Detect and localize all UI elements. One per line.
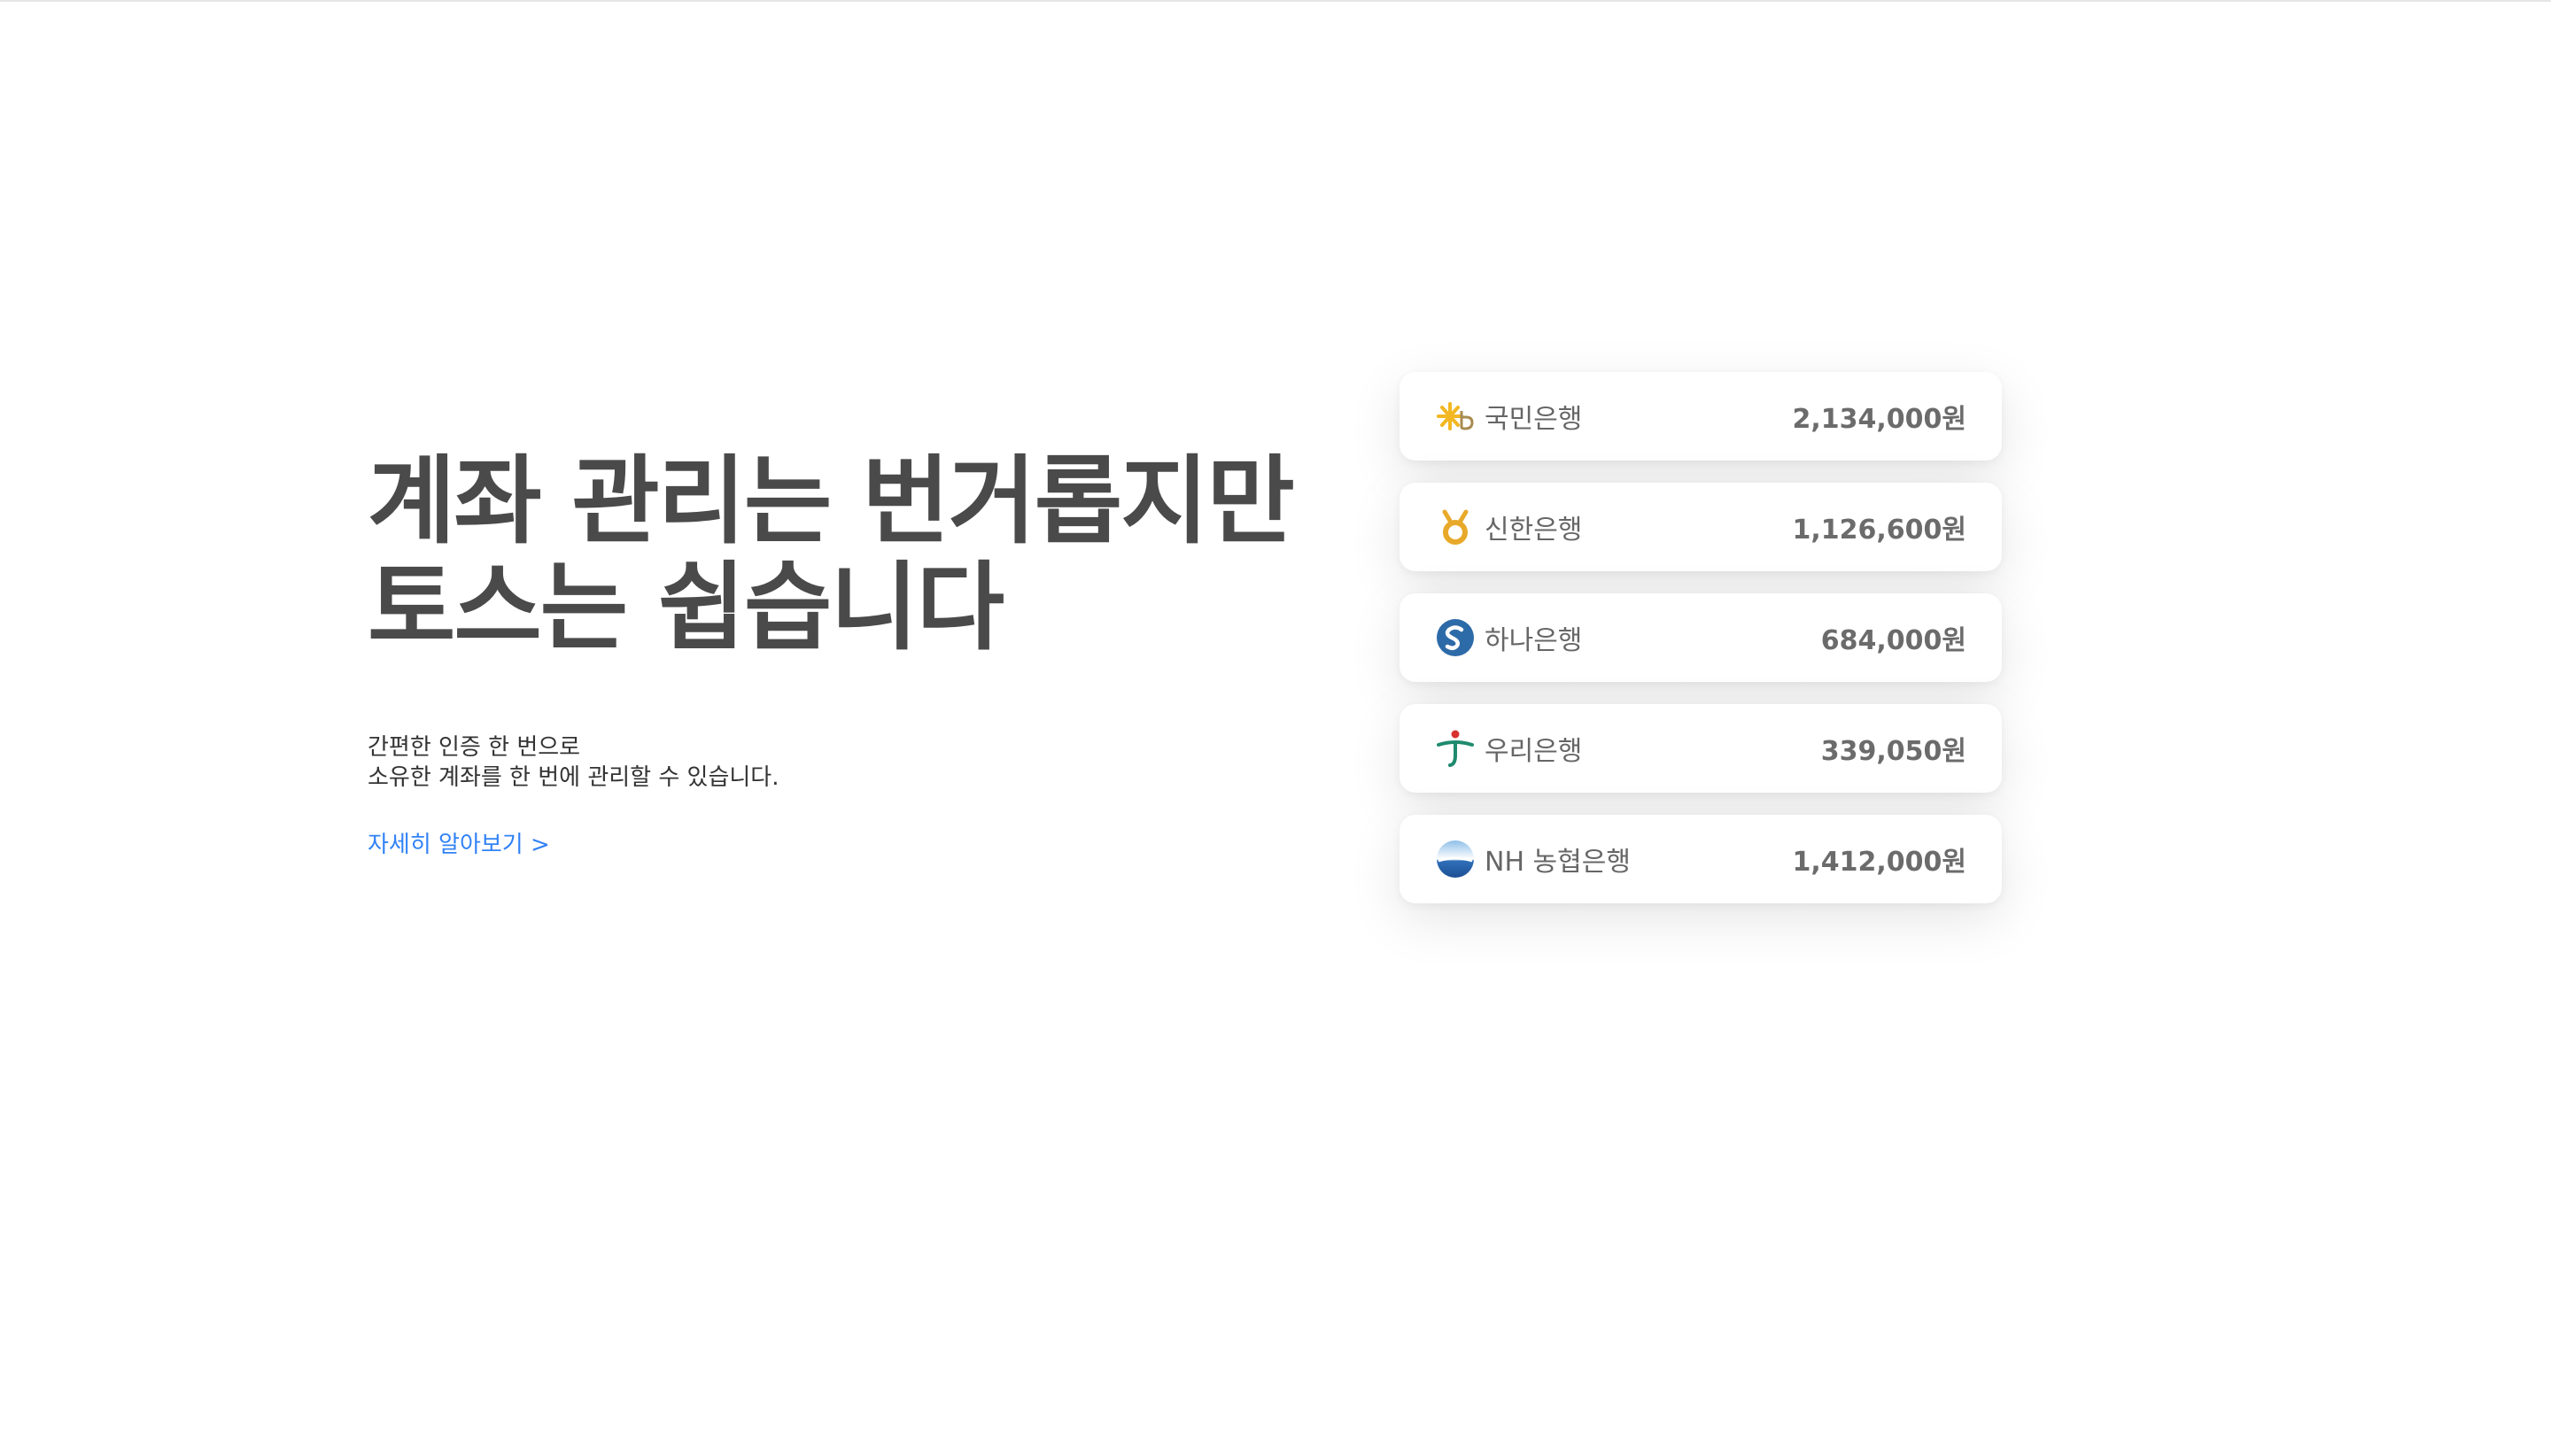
account-list: 국민은행 2,134,000원 신한은행 1,126,600원 하나은행 684 — [1400, 372, 2002, 925]
subtitle-line-1: 간편한 인증 한 번으로 — [368, 734, 581, 761]
subtitle: 간편한 인증 한 번으로 소유한 계좌를 한 번에 관리할 수 있습니다. — [368, 732, 1342, 793]
account-amount: 1,126,600원 — [1792, 515, 1966, 546]
bank-name: NH 농협은행 — [1485, 847, 1631, 878]
bank-name: 우리은행 — [1485, 736, 1583, 767]
headline-line-1: 계좌 관리는 번거롭지만 — [368, 446, 1295, 557]
account-card-nh[interactable]: NH 농협은행 1,412,000원 — [1400, 815, 2002, 903]
bank-name: 신한은행 — [1485, 515, 1583, 546]
shinhan-logo-icon — [1435, 507, 1476, 547]
bank-name: 하나은행 — [1485, 625, 1583, 656]
subtitle-line-2: 소유한 계좌를 한 번에 관리할 수 있습니다. — [368, 764, 779, 791]
account-amount: 1,412,000원 — [1792, 847, 1966, 878]
woori-logo-icon — [1435, 728, 1476, 769]
nh-logo-icon — [1435, 839, 1476, 879]
page: 계좌 관리는 번거롭지만 토스는 쉽습니다 간편한 인증 한 번으로 소유한 계… — [0, 0, 2551, 1456]
account-card-shinhan[interactable]: 신한은행 1,126,600원 — [1400, 483, 2002, 571]
account-amount: 339,050원 — [1820, 736, 1966, 767]
bank-name: 국민은행 — [1485, 404, 1583, 435]
learn-more-link[interactable]: 자세히 알아보기 > — [368, 826, 550, 859]
hero-section: 계좌 관리는 번거롭지만 토스는 쉽습니다 간편한 인증 한 번으로 소유한 계… — [368, 449, 1342, 859]
hana-logo-icon — [1435, 617, 1476, 658]
headline-line-2: 토스는 쉽습니다 — [368, 553, 1004, 663]
account-card-hana[interactable]: 하나은행 684,000원 — [1400, 593, 2002, 682]
account-card-kb[interactable]: 국민은행 2,134,000원 — [1400, 372, 2002, 461]
account-card-woori[interactable]: 우리은행 339,050원 — [1400, 704, 2002, 793]
kb-logo-icon — [1435, 396, 1476, 437]
headline: 계좌 관리는 번거롭지만 토스는 쉽습니다 — [368, 449, 1342, 662]
account-amount: 684,000원 — [1820, 625, 1966, 656]
account-amount: 2,134,000원 — [1792, 404, 1966, 435]
